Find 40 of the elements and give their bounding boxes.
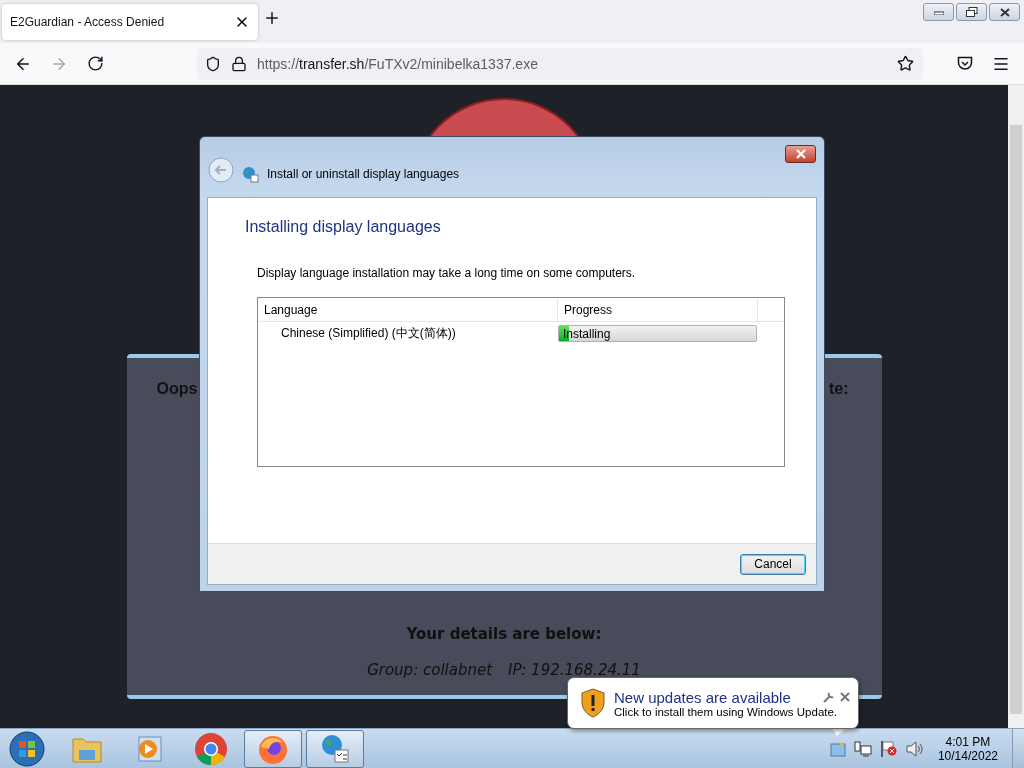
group-text: Group: collabnet bbox=[367, 661, 493, 679]
new-tab-icon[interactable] bbox=[263, 9, 281, 27]
address-bar[interactable]: https://transfer.sh/FuTXv2/minibelka1337.exe bbox=[197, 47, 923, 80]
globe-icon bbox=[242, 166, 259, 183]
dialog-title: Install or uninstall display languages bbox=[267, 167, 460, 181]
heading-text: Oops bbox=[156, 380, 198, 398]
notification-message: Click to install them using Windows Update. bbox=[614, 705, 839, 718]
lock-icon bbox=[231, 55, 247, 72]
globe-checklist-icon[interactable] bbox=[319, 732, 351, 765]
chrome-icon[interactable] bbox=[194, 731, 228, 766]
notification-title: New updates are available bbox=[614, 688, 791, 706]
close-button[interactable] bbox=[989, 3, 1020, 21]
reload-icon[interactable] bbox=[86, 55, 104, 72]
speaker-icon[interactable] bbox=[905, 740, 924, 757]
wrench-icon[interactable] bbox=[823, 691, 834, 703]
heading-text: te: bbox=[828, 380, 849, 398]
dialog-heading: Installing display languages bbox=[245, 218, 442, 236]
close-button[interactable] bbox=[785, 145, 816, 163]
cancel-button[interactable]: Cancel bbox=[740, 553, 806, 575]
scrollbar[interactable] bbox=[1008, 85, 1024, 728]
details-title: Your details are below: bbox=[406, 625, 602, 643]
close-icon[interactable] bbox=[999, 7, 1010, 17]
column-header[interactable]: Progress bbox=[558, 298, 758, 321]
ip-text: IP: 192.168.24.11 bbox=[508, 661, 641, 679]
bookmark-star-icon[interactable] bbox=[896, 55, 914, 72]
restore-icon[interactable] bbox=[965, 7, 978, 17]
language-cell-text: Chinese (Simplified) (中文(简体)) bbox=[280, 324, 457, 342]
shield-icon[interactable] bbox=[205, 55, 221, 72]
column-header[interactable]: Language bbox=[258, 298, 558, 321]
network-icon[interactable] bbox=[853, 740, 872, 757]
notification-balloon[interactable]: New updates are available Click to install them using Windows Update. bbox=[567, 677, 859, 729]
browser-tab[interactable]: E2Guardian - Access Denied bbox=[2, 4, 258, 40]
warning-shield-icon bbox=[580, 688, 606, 718]
clock[interactable]: 4:01 PM 10/14/2022 bbox=[937, 734, 998, 763]
restore-button[interactable] bbox=[956, 3, 987, 21]
description-text: Display language installation may take a long time on some computers. bbox=[257, 266, 637, 280]
action-center-flag-icon[interactable] bbox=[879, 740, 898, 757]
start-orb-icon[interactable] bbox=[8, 729, 46, 768]
pocket-icon[interactable] bbox=[957, 56, 973, 71]
minimize-icon[interactable] bbox=[933, 9, 944, 15]
